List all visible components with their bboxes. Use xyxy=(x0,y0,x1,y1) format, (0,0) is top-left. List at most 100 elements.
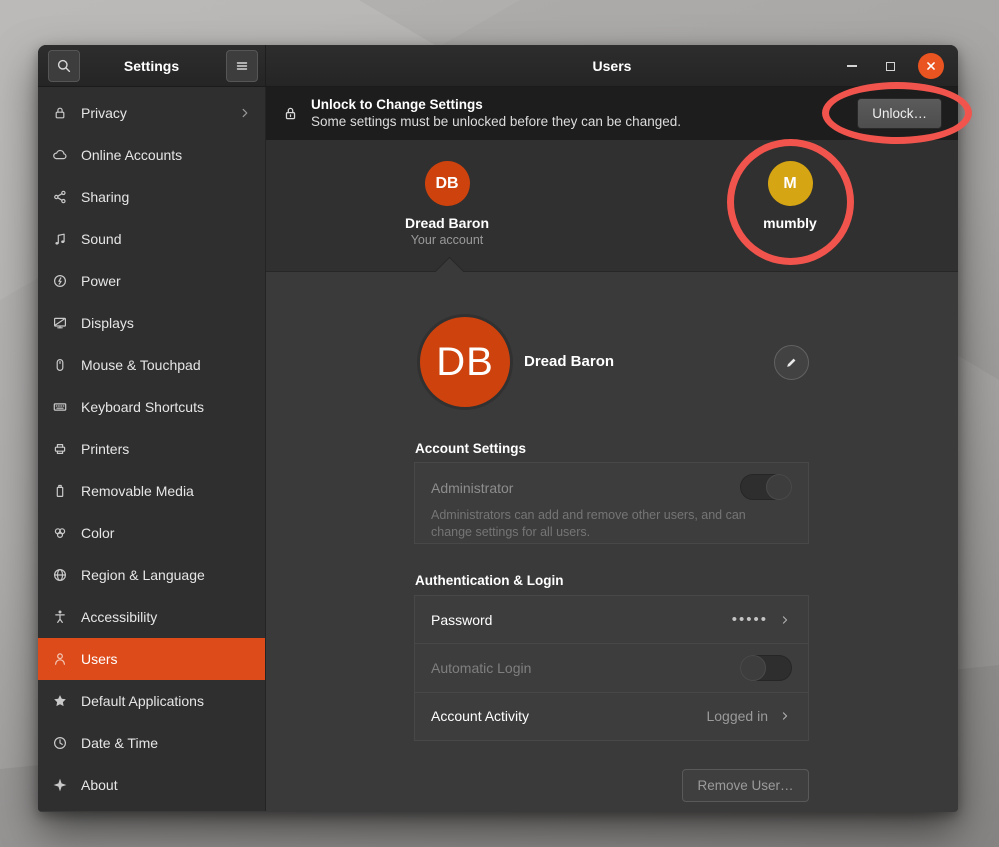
banner-subtitle: Some settings must be unlocked before th… xyxy=(311,114,681,131)
chevron-right-icon xyxy=(778,709,792,723)
users-panel: Unlock to Change Settings Some settings … xyxy=(266,87,958,811)
sidebar-item-privacy[interactable]: Privacy xyxy=(38,92,265,134)
sidebar-item-keyboard-shortcuts[interactable]: Keyboard Shortcuts xyxy=(38,386,265,428)
power-icon xyxy=(52,273,68,289)
user-chip-mumbly[interactable]: M mumbly xyxy=(710,161,870,231)
keyboard-icon xyxy=(52,399,68,415)
profile-avatar[interactable]: DB xyxy=(417,314,513,410)
sidebar-item-label: Removable Media xyxy=(81,483,194,499)
sidebar-item-label: Power xyxy=(81,273,121,289)
search-button[interactable] xyxy=(48,50,80,82)
sidebar-item-default-applications[interactable]: Default Applications xyxy=(38,680,265,722)
sidebar-item-sharing[interactable]: Sharing xyxy=(38,176,265,218)
sidebar-item-color[interactable]: Color xyxy=(38,512,265,554)
accessibility-icon xyxy=(52,609,68,625)
window-controls xyxy=(842,45,944,87)
sidebar-item-label: Default Applications xyxy=(81,693,204,709)
close-icon xyxy=(924,59,938,73)
share-icon xyxy=(52,189,68,205)
administrator-label: Administrator xyxy=(431,480,513,496)
automatic-login-row: Automatic Login xyxy=(415,644,808,692)
sidebar-item-online-accounts[interactable]: Online Accounts xyxy=(38,134,265,176)
avatar: M xyxy=(768,161,813,206)
star-icon xyxy=(52,693,68,709)
search-icon xyxy=(56,58,72,74)
sidebar-header: Settings xyxy=(38,45,266,86)
sidebar-item-date-and-time[interactable]: Date & Time xyxy=(38,722,265,764)
color-icon xyxy=(52,525,68,541)
auth-login-group: Password ••••• Automatic Login Acc xyxy=(414,595,809,741)
content-header: Users xyxy=(266,45,958,86)
printer-icon xyxy=(52,441,68,457)
sidebar-item-label: Online Accounts xyxy=(81,147,182,163)
lock-icon xyxy=(52,105,68,121)
sidebar-item-sound[interactable]: Sound xyxy=(38,218,265,260)
auth-login-heading: Authentication & Login xyxy=(415,573,563,588)
banner-title: Unlock to Change Settings xyxy=(311,97,681,114)
user-subtitle: Your account xyxy=(411,233,484,247)
sidebar-item-region-and-language[interactable]: Region & Language xyxy=(38,554,265,596)
unlock-button[interactable]: Unlock… xyxy=(857,98,942,129)
sidebar-item-label: Displays xyxy=(81,315,134,331)
password-value: ••••• xyxy=(732,611,768,628)
sidebar-item-removable-media[interactable]: Removable Media xyxy=(38,470,265,512)
sidebar-item-mouse-and-touchpad[interactable]: Mouse & Touchpad xyxy=(38,344,265,386)
maximize-icon xyxy=(886,62,895,71)
password-label: Password xyxy=(431,612,492,628)
avatar: DB xyxy=(425,161,470,206)
cloud-icon xyxy=(52,147,68,163)
titlebar: Settings Users xyxy=(38,45,958,87)
sidebar-list: Privacy Online Accounts Sharing Sound Power D… xyxy=(38,87,266,811)
minimize-icon xyxy=(847,65,857,67)
sidebar-item-displays[interactable]: Displays xyxy=(38,302,265,344)
sidebar-item-label: Privacy xyxy=(81,105,127,121)
sidebar-item-label: Keyboard Shortcuts xyxy=(81,399,204,415)
chevron-right-icon xyxy=(237,105,253,121)
sidebar-title: Settings xyxy=(124,58,179,74)
settings-window: Settings Users PrivacyOnline AccountsSha xyxy=(38,45,958,812)
administrator-toggle[interactable] xyxy=(740,474,792,500)
administrator-row: Administrator Administrators can add and… xyxy=(414,462,809,544)
user-name: Dread Baron xyxy=(405,215,489,231)
banner-text: Unlock to Change Settings Some settings … xyxy=(311,97,681,131)
sidebar-item-label: Users xyxy=(81,651,118,667)
display-icon xyxy=(52,315,68,331)
user-carousel: DB Dread Baron Your account M mumbly xyxy=(266,140,958,272)
password-row[interactable]: Password ••••• xyxy=(415,596,808,644)
account-settings-heading: Account Settings xyxy=(415,441,526,456)
sidebar-item-about[interactable]: About xyxy=(38,764,265,806)
chevron-right-icon xyxy=(778,613,792,627)
globe-icon xyxy=(52,567,68,583)
sidebar-item-accessibility[interactable]: Accessibility xyxy=(38,596,265,638)
menu-button[interactable] xyxy=(226,50,258,82)
about-icon xyxy=(52,777,68,793)
administrator-description: Administrators can add and remove other … xyxy=(431,507,761,541)
sound-icon xyxy=(52,231,68,247)
maximize-button[interactable] xyxy=(880,56,900,76)
hamburger-icon xyxy=(234,58,250,74)
automatic-login-toggle[interactable] xyxy=(740,655,792,681)
account-activity-value: Logged in xyxy=(706,708,768,724)
sidebar-item-label: Sound xyxy=(81,231,121,247)
lock-icon xyxy=(282,105,299,122)
edit-name-button[interactable] xyxy=(774,345,809,380)
sidebar-item-printers[interactable]: Printers xyxy=(38,428,265,470)
close-button[interactable] xyxy=(918,53,944,79)
toggle-knob xyxy=(766,474,792,500)
sidebar-item-label: Sharing xyxy=(81,189,129,205)
minimize-button[interactable] xyxy=(842,56,862,76)
account-activity-label: Account Activity xyxy=(431,708,529,724)
sidebar-item-label: Region & Language xyxy=(81,567,205,583)
account-activity-row[interactable]: Account Activity Logged in xyxy=(415,693,808,740)
user-chip-dread-baron[interactable]: DB Dread Baron Your account xyxy=(367,161,527,247)
remove-user-button[interactable]: Remove User… xyxy=(682,769,809,802)
unlock-banner: Unlock to Change Settings Some settings … xyxy=(266,87,958,140)
sidebar-item-label: Accessibility xyxy=(81,609,157,625)
sidebar-item-users[interactable]: Users xyxy=(38,638,265,680)
sidebar-item-label: About xyxy=(81,777,118,793)
sidebar-item-label: Color xyxy=(81,525,114,541)
mouse-icon xyxy=(52,357,68,373)
sidebar-item-power[interactable]: Power xyxy=(38,260,265,302)
user-name: mumbly xyxy=(763,215,817,231)
page-title: Users xyxy=(593,58,632,74)
